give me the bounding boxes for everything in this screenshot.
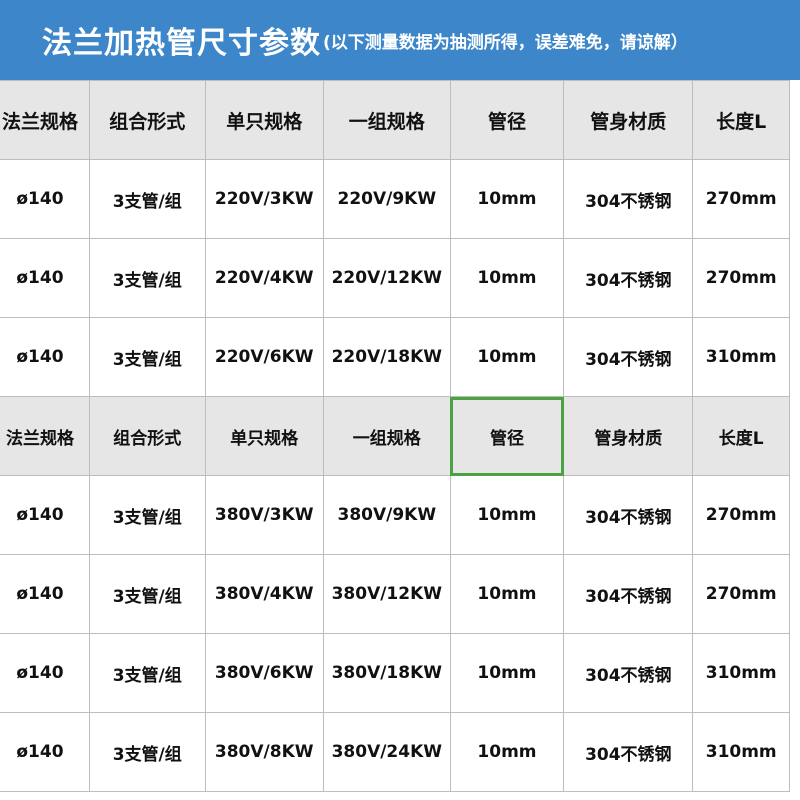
header-cell[interactable]: 组合形式 [88, 396, 206, 476]
table-cell[interactable]: 380V/24KW [322, 712, 451, 792]
table-header-row: 法兰规格 组合形式 单只规格 一组规格 管径 管身材质 长度L [0, 396, 790, 476]
table-cell[interactable]: 220V/3KW [204, 159, 324, 239]
table-cell[interactable]: 3支管/组 [88, 317, 206, 397]
table-cell[interactable]: 380V/18KW [322, 633, 451, 713]
table-cell[interactable]: ø140 [0, 475, 90, 555]
table-cell[interactable]: 270mm [692, 238, 790, 318]
header-cell[interactable]: 长度L [692, 80, 790, 160]
table-cell[interactable]: 10mm [449, 475, 565, 555]
table-cell[interactable]: 220V/12KW [322, 238, 451, 318]
header-cell[interactable]: 单只规格 [204, 80, 324, 160]
table-cell[interactable]: 380V/4KW [204, 554, 324, 634]
header-cell[interactable]: 管身材质 [563, 396, 694, 476]
table-cell[interactable]: 3支管/组 [88, 475, 206, 555]
table-row: ø140 3支管/组 380V/3KW 380V/9KW 10mm 304不锈钢… [0, 475, 790, 555]
header-cell[interactable]: 单只规格 [204, 396, 324, 476]
table-cell[interactable]: 380V/9KW [322, 475, 451, 555]
table-row: ø140 3支管/组 380V/4KW 380V/12KW 10mm 304不锈… [0, 554, 790, 634]
table-cell[interactable]: ø140 [0, 633, 90, 713]
table-cell[interactable]: ø140 [0, 712, 90, 792]
header-cell[interactable]: 管径 [449, 80, 565, 160]
table-cell[interactable]: 270mm [692, 554, 790, 634]
table-cell[interactable]: 220V/6KW [204, 317, 324, 397]
table-header-row: 法兰规格 组合形式 单只规格 一组规格 管径 管身材质 长度L [0, 80, 790, 160]
table-cell[interactable]: 380V/12KW [322, 554, 451, 634]
table-cell[interactable]: 304不锈钢 [563, 633, 694, 713]
table-cell[interactable]: 3支管/组 [88, 238, 206, 318]
table-row: ø140 3支管/组 380V/6KW 380V/18KW 10mm 304不锈… [0, 633, 790, 713]
table-cell[interactable]: 10mm [449, 554, 565, 634]
table-cell[interactable]: 270mm [692, 475, 790, 555]
table-cell[interactable]: 10mm [449, 238, 565, 318]
page-title: 法兰加热管尺寸参数 [42, 26, 321, 61]
header-cell[interactable]: 一组规格 [322, 80, 451, 160]
table-cell[interactable]: 304不锈钢 [563, 712, 694, 792]
header-cell[interactable]: 法兰规格 [0, 80, 90, 160]
table-cell[interactable]: 220V/4KW [204, 238, 324, 318]
table-cell[interactable]: 3支管/组 [88, 633, 206, 713]
table-cell[interactable]: 304不锈钢 [563, 554, 694, 634]
table-cell[interactable]: 310mm [692, 633, 790, 713]
table-cell[interactable]: 10mm [449, 633, 565, 713]
table-cell[interactable]: 304不锈钢 [563, 238, 694, 318]
table-cell[interactable]: 10mm [449, 159, 565, 239]
table-cell[interactable]: ø140 [0, 554, 90, 634]
selected-header-cell[interactable]: 管径 [449, 396, 565, 476]
table-cell[interactable]: ø140 [0, 317, 90, 397]
table-cell[interactable]: 3支管/组 [88, 712, 206, 792]
title-bar: 法兰加热管尺寸参数 (以下测量数据为抽测所得，误差难免，请谅解） [0, 0, 800, 80]
title-note: (以下测量数据为抽测所得，误差难免，请谅解） [323, 32, 688, 53]
table-cell[interactable]: 304不锈钢 [563, 475, 694, 555]
table-cell[interactable]: 220V/18KW [322, 317, 451, 397]
header-cell[interactable]: 管身材质 [563, 80, 694, 160]
table-cell[interactable]: 310mm [692, 317, 790, 397]
table-row: ø140 3支管/组 380V/8KW 380V/24KW 10mm 304不锈… [0, 712, 790, 792]
table-cell[interactable]: 304不锈钢 [563, 317, 694, 397]
table-cell[interactable]: 380V/6KW [204, 633, 324, 713]
table-cell[interactable]: 380V/8KW [204, 712, 324, 792]
table-cell[interactable]: 3支管/组 [88, 159, 206, 239]
header-cell[interactable]: 组合形式 [88, 80, 206, 160]
spec-table: 法兰规格 组合形式 单只规格 一组规格 管径 管身材质 长度L ø140 3支管… [0, 80, 790, 792]
header-cell[interactable]: 法兰规格 [0, 396, 90, 476]
table-cell[interactable]: 380V/3KW [204, 475, 324, 555]
table-row: ø140 3支管/组 220V/6KW 220V/18KW 10mm 304不锈… [0, 317, 790, 397]
table-cell[interactable]: 310mm [692, 712, 790, 792]
spreadsheet-grid: 法兰规格 组合形式 单只规格 一组规格 管径 管身材质 长度L ø140 3支管… [0, 80, 800, 800]
header-cell[interactable]: 一组规格 [322, 396, 451, 476]
table-cell[interactable]: 10mm [449, 317, 565, 397]
table-cell[interactable]: 3支管/组 [88, 554, 206, 634]
table-cell[interactable]: 10mm [449, 712, 565, 792]
table-row: ø140 3支管/组 220V/3KW 220V/9KW 10mm 304不锈钢… [0, 159, 790, 239]
table-cell[interactable]: 304不锈钢 [563, 159, 694, 239]
table-cell[interactable]: ø140 [0, 238, 90, 318]
table-cell[interactable]: 220V/9KW [322, 159, 451, 239]
table-row: ø140 3支管/组 220V/4KW 220V/12KW 10mm 304不锈… [0, 238, 790, 318]
table-cell[interactable]: ø140 [0, 159, 90, 239]
table-cell[interactable]: 270mm [692, 159, 790, 239]
header-cell[interactable]: 长度L [692, 396, 790, 476]
